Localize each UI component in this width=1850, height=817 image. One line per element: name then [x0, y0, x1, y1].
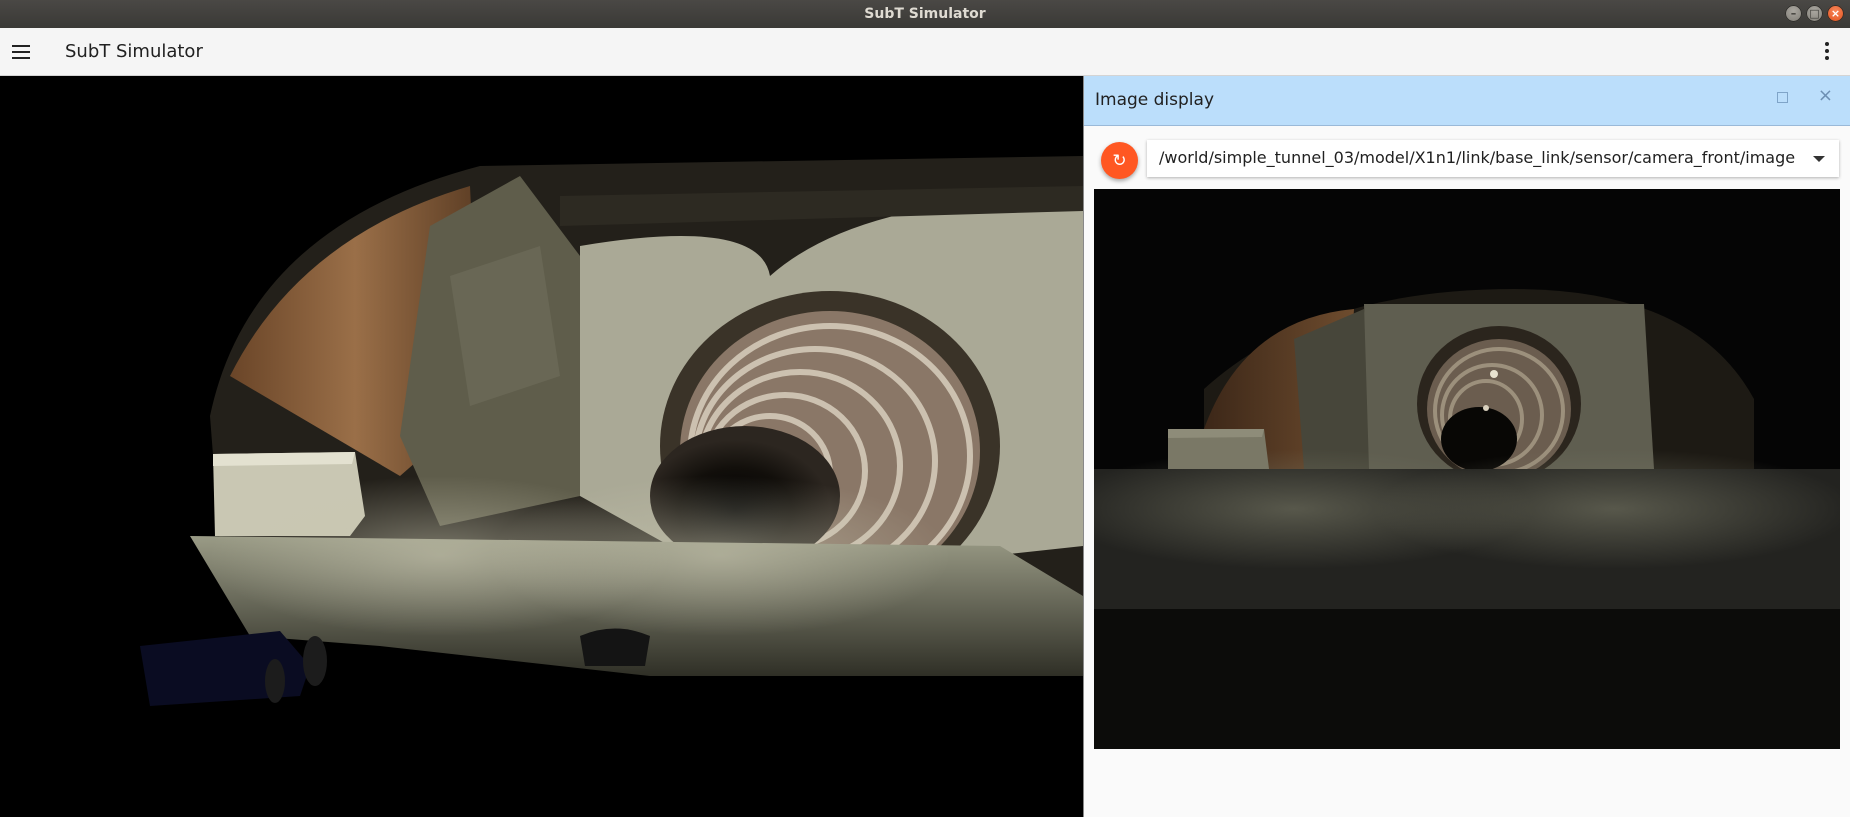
close-icon: ×: [1830, 7, 1841, 20]
app-title: SubT Simulator: [65, 41, 203, 62]
topic-dropdown[interactable]: /world/simple_tunnel_03/model/X1n1/link/…: [1147, 140, 1839, 177]
maximize-icon[interactable]: [1777, 92, 1788, 103]
window-titlebar: SubT Simulator – □ ×: [0, 0, 1850, 28]
window-title: SubT Simulator: [864, 6, 986, 22]
minimize-icon: –: [1790, 7, 1797, 20]
refresh-button[interactable]: ↻: [1101, 142, 1138, 179]
panel-title: Image display: [1095, 90, 1215, 110]
minimize-button[interactable]: –: [1785, 5, 1802, 22]
tunnel-scene-render: [0, 76, 1083, 817]
close-icon[interactable]: ×: [1818, 87, 1833, 105]
topic-selected-value: /world/simple_tunnel_03/model/X1n1/link/…: [1159, 148, 1796, 167]
camera-feed-image: [1094, 189, 1840, 749]
hamburger-menu-icon[interactable]: [12, 45, 30, 59]
window-controls: – □ ×: [1785, 5, 1844, 22]
more-vertical-icon[interactable]: [1824, 42, 1830, 62]
panel-header: Image display ×: [1084, 76, 1850, 126]
scene-3d-viewport[interactable]: [0, 76, 1083, 817]
image-display-panel: Image display × ↻ /world/simple_tunnel_0…: [1083, 76, 1850, 817]
maximize-button[interactable]: □: [1806, 5, 1823, 22]
refresh-icon: ↻: [1112, 150, 1127, 171]
dropdown-arrow-icon: [1813, 156, 1825, 162]
close-button[interactable]: ×: [1827, 5, 1844, 22]
camera-image-view: [1094, 189, 1840, 749]
app-bar: SubT Simulator: [0, 28, 1850, 76]
maximize-icon: □: [1809, 7, 1820, 20]
